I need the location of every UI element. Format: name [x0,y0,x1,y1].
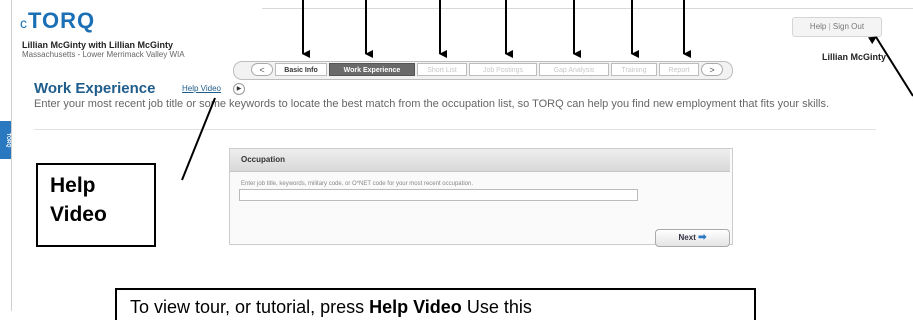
arrow-sign-out [867,36,913,97]
callout-pointer [181,97,216,181]
annotation-arrows [181,0,913,181]
